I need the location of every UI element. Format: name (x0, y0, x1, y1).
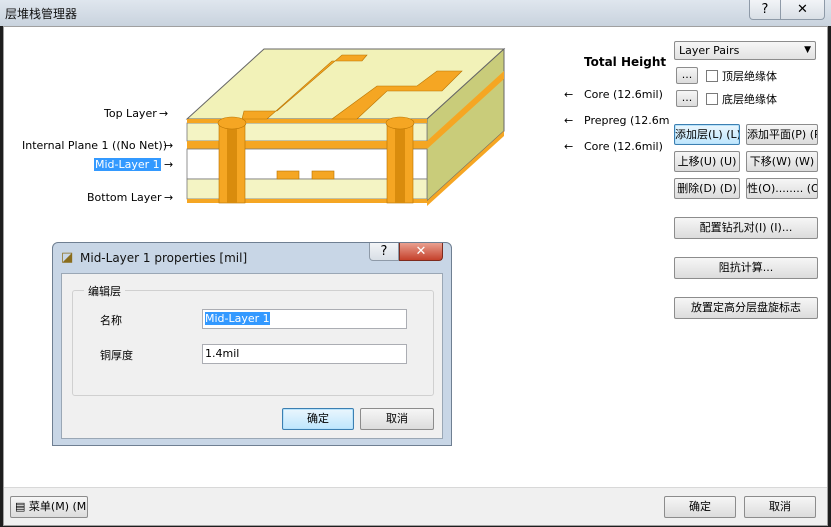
dialog-title: Mid-Layer 1 properties [mil] (80, 251, 248, 265)
name-label: 名称 (100, 314, 122, 327)
delete-button[interactable]: 删除(D) (D) (674, 178, 740, 199)
cancel-button[interactable]: 取消 (744, 496, 816, 518)
via-2-hole (395, 121, 405, 203)
top-dielectric-checkbox[interactable]: 顶层绝缘体 (706, 68, 777, 84)
edit-layer-group-label: 编辑层 (84, 283, 125, 299)
dialog-body: 编辑层 名称 Mid-Layer 1 铜厚度 1.4mil 确定 取消 (61, 273, 443, 439)
properties-button[interactable]: 性(O)........ (O (746, 178, 818, 199)
add-plane-button[interactable]: 添加平面(P) (P (746, 124, 818, 145)
arrow-core-bottom: ← (564, 140, 574, 153)
arrow-prepreg: ← (564, 114, 574, 127)
impedance-calculation-button[interactable]: 阻抗计算... (674, 257, 818, 279)
via-1-pad (217, 116, 247, 130)
dialog-cancel-button[interactable]: 取消 (360, 408, 434, 430)
menu-label: 菜单(M) (M (28, 500, 87, 513)
bottom-dielectric-label: 底层绝缘体 (722, 93, 777, 106)
arrow-internal-plane: → (164, 139, 174, 152)
chevron-down-icon: ▼ (804, 45, 811, 55)
configure-drill-pairs-button[interactable]: 配置钻孔对(I) (I)... (674, 217, 818, 239)
checkbox-box[interactable] (706, 93, 718, 105)
arrow-core-top: ← (564, 88, 574, 101)
top-dielectric-label: 顶层绝缘体 (722, 70, 777, 83)
bottom-dielectric-checkbox[interactable]: 底层绝缘体 (706, 91, 777, 107)
dialog-help-button[interactable]: ? (369, 243, 399, 261)
arrow-mid-layer: → (164, 158, 174, 171)
label-core-bottom: Core (12.6mil) (584, 140, 663, 153)
label-core-top: Core (12.6mil) (584, 88, 663, 101)
label-internal-plane: Internal Plane 1 ((No Net)) (22, 139, 167, 152)
dialog-ok-button[interactable]: 确定 (282, 408, 354, 430)
add-layer-button[interactable]: 添加层(L) (L) (674, 124, 740, 145)
label-mid-layer[interactable]: Mid-Layer 1 (94, 158, 161, 171)
layer-properties-dialog: ◪ Mid-Layer 1 properties [mil] ? ✕ 编辑层 名… (52, 242, 452, 446)
copper-thickness-label: 铜厚度 (100, 349, 133, 362)
mid-layer-pad-2 (311, 170, 335, 180)
layer-properties-icon: ◪ (61, 250, 74, 265)
top-dielectric-settings-button[interactable]: ... (676, 67, 698, 84)
via-2-pad (385, 116, 415, 130)
layer-name-input[interactable]: Mid-Layer 1 (202, 309, 407, 329)
layer-pairs-value: Layer Pairs (679, 44, 740, 57)
help-button[interactable]: ? (749, 0, 781, 20)
bottom-dielectric-settings-button[interactable]: ... (676, 90, 698, 107)
close-window-button[interactable]: ✕ (781, 0, 825, 20)
ok-button[interactable]: 确定 (664, 496, 736, 518)
edit-layer-group (72, 290, 434, 396)
bottom-bar: ▤ 菜单(M) (M 确定 取消 (4, 487, 827, 525)
checkbox-box[interactable] (706, 70, 718, 82)
label-prepreg: Prepreg (12.6m (584, 114, 670, 127)
arrow-bottom-layer: → (164, 191, 174, 204)
window-titlebar: 层堆栈管理器 ? ✕ (0, 0, 831, 26)
label-top-layer: Top Layer (104, 107, 157, 120)
label-total-height: Total Height (584, 55, 667, 69)
move-down-button[interactable]: 下移(W) (W) (746, 151, 818, 172)
layer-stack-diagram (185, 47, 506, 206)
layer-pairs-select[interactable]: Layer Pairs ▼ (674, 41, 816, 60)
place-stack-legend-button[interactable]: 放置定高分层盘旋标志 (674, 297, 818, 319)
label-bottom-layer: Bottom Layer (87, 191, 162, 204)
move-up-button[interactable]: 上移(U) (U) (674, 151, 740, 172)
stack-block-left (185, 47, 506, 206)
copper-thickness-input[interactable]: 1.4mil (202, 344, 407, 364)
mid-layer-pad-1 (276, 170, 300, 180)
copper-thickness-value: 1.4mil (205, 347, 240, 360)
menu-button[interactable]: ▤ 菜单(M) (M (10, 496, 88, 518)
window-title: 层堆栈管理器 (5, 7, 78, 21)
menu-icon: ▤ (15, 500, 26, 513)
layer-name-value: Mid-Layer 1 (205, 312, 270, 325)
dialog-close-button[interactable]: ✕ (399, 243, 443, 261)
via-1-hole (227, 121, 237, 203)
arrow-top-layer: → (159, 107, 169, 120)
